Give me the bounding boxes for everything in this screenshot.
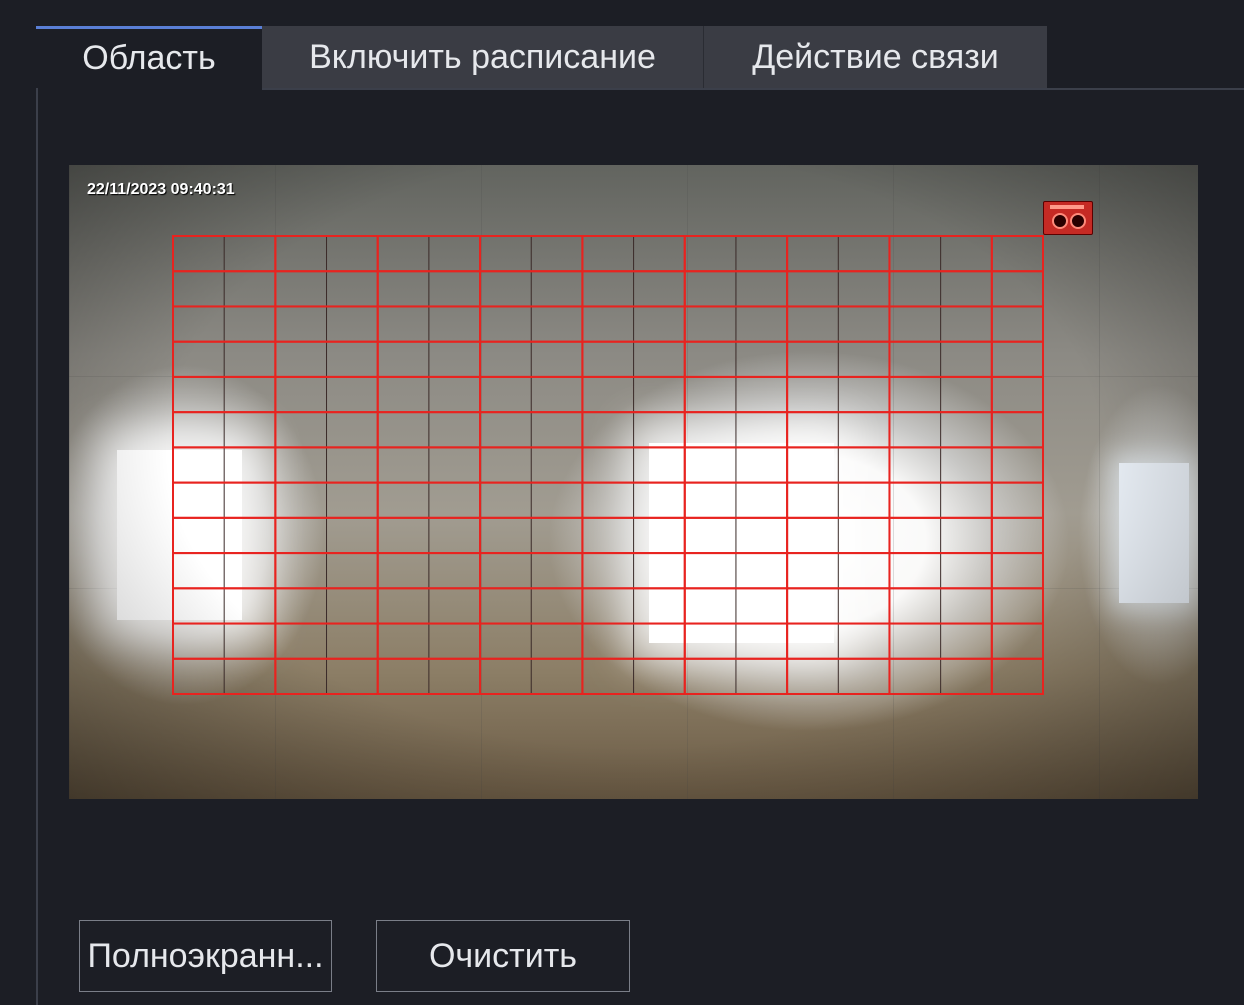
grid-cell[interactable] [990,622,1045,660]
tab-bar: Область Включить расписание Действие свя… [36,26,1047,88]
grid-cell[interactable] [990,340,1045,378]
grid-cell[interactable] [990,657,1045,695]
grid-cell[interactable] [990,305,1045,343]
clear-button[interactable]: Очистить [376,920,630,992]
tab-bar-divider [262,88,1244,90]
tab-area[interactable]: Область [36,26,262,88]
grid-cell[interactable] [990,270,1045,308]
camera-preview[interactable]: 22/11/2023 09:40:31 [69,165,1198,799]
fullscreen-button[interactable]: Полноэкранн... [79,920,332,992]
motion-detection-grid[interactable] [69,165,1198,799]
grid-cell[interactable] [990,235,1045,273]
grid-cell[interactable] [990,481,1045,519]
grid-cell[interactable] [990,446,1045,484]
grid-cell[interactable] [990,375,1045,414]
grid-cell[interactable] [990,411,1045,449]
grid-cell[interactable] [990,552,1045,590]
grid-cell[interactable] [990,516,1045,555]
tab-enable-schedule[interactable]: Включить расписание [262,26,704,88]
panel-left-border [36,28,38,1005]
tab-linkage-action[interactable]: Действие связи [704,26,1047,88]
grid-cell[interactable] [990,587,1045,625]
